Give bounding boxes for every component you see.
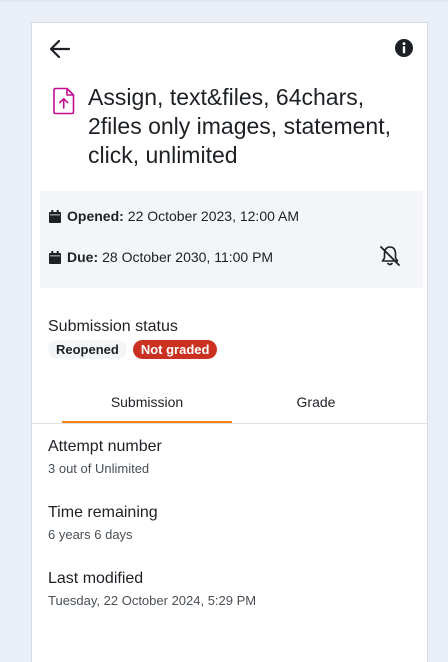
field-label: Last modified [48,570,144,587]
due-value: 28 October 2030, 11:00 PM [102,249,274,265]
opened-date: Opened: 22 October 2023, 12:00 AM [49,208,299,224]
activity-header: Assign, text&files, 64chars, 2files only… [48,83,418,170]
submission-status-label: Submission status [48,318,178,335]
field-label: Time remaining [48,504,158,521]
time-remaining-field: Time remaining 6 years 6 days [48,503,158,542]
opened-label: Opened: [67,208,124,224]
due-label: Due: [67,249,99,265]
assignment-upload-icon [53,87,75,115]
activity-dates: Opened: 22 October 2023, 12:00 AM Due: 2… [40,191,423,288]
info-button[interactable] [394,38,416,60]
field-value: Tuesday, 22 October 2024, 5:29 PM [48,593,257,608]
info-circle-icon [395,39,413,57]
tab-bar: Submission Grade [32,381,427,424]
opened-value: 22 October 2023, 12:00 AM [127,208,300,224]
field-value: 3 out of Unlimited [48,461,150,476]
background-strip [0,0,448,2]
last-modified-field: Last modified Tuesday, 22 October 2024, … [48,569,256,608]
due-date: Due: 28 October 2030, 11:00 PM [49,249,273,265]
attempt-number-field: Attempt number 3 out of Unlimited [48,437,162,476]
activity-title: Assign, text&files, 64chars, 2files only… [88,84,391,168]
status-badge-reopened: Reopened [48,340,127,359]
tab-grade[interactable]: Grade [231,381,401,422]
calendar-icon [49,209,61,223]
field-value: 6 years 6 days [48,527,133,542]
status-badge-not-graded: Not graded [132,340,218,359]
bell-slash-icon[interactable] [377,243,403,269]
assignment-card: Assign, text&files, 64chars, 2files only… [31,22,428,662]
calendar-icon [49,250,61,264]
arrow-left-icon [50,40,70,58]
field-label: Attempt number [48,438,162,455]
back-button[interactable] [48,37,72,61]
tab-submission[interactable]: Submission [62,381,232,423]
status-badges: Reopened Not graded [48,340,218,359]
